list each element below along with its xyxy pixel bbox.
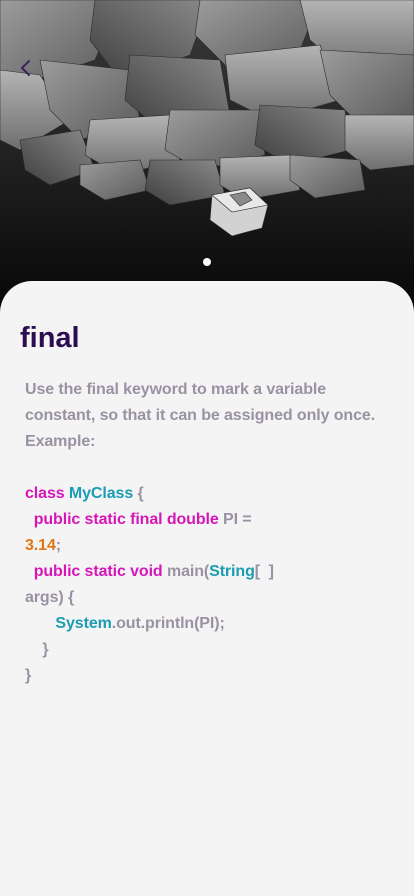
code-line: } <box>25 641 49 658</box>
code-line: class MyClass { <box>25 485 144 502</box>
lesson-title: final <box>20 322 80 354</box>
code-example: class MyClass { public static final doub… <box>25 481 395 689</box>
code-line: args) { <box>25 589 75 606</box>
geometric-shapes-illustration <box>0 0 414 320</box>
description-line: constant, so that it can be assigned onl… <box>25 407 376 424</box>
back-button[interactable] <box>12 54 40 82</box>
lesson-body: Use the final keyword to mark a variable… <box>25 377 395 689</box>
description-line: Use the final keyword to mark a variable <box>25 381 327 398</box>
code-line: public static void main(String[ ] <box>33 563 274 580</box>
code-line: 3.14; <box>25 537 61 554</box>
code-line: } <box>25 667 32 684</box>
code-line: System.out.println(PI); <box>55 615 225 632</box>
hero-image <box>0 0 414 320</box>
carousel-page-indicator[interactable] <box>203 258 211 266</box>
chevron-left-icon <box>21 60 30 76</box>
description-line: Example: <box>25 433 96 450</box>
code-line: public static final double PI = <box>33 511 252 528</box>
